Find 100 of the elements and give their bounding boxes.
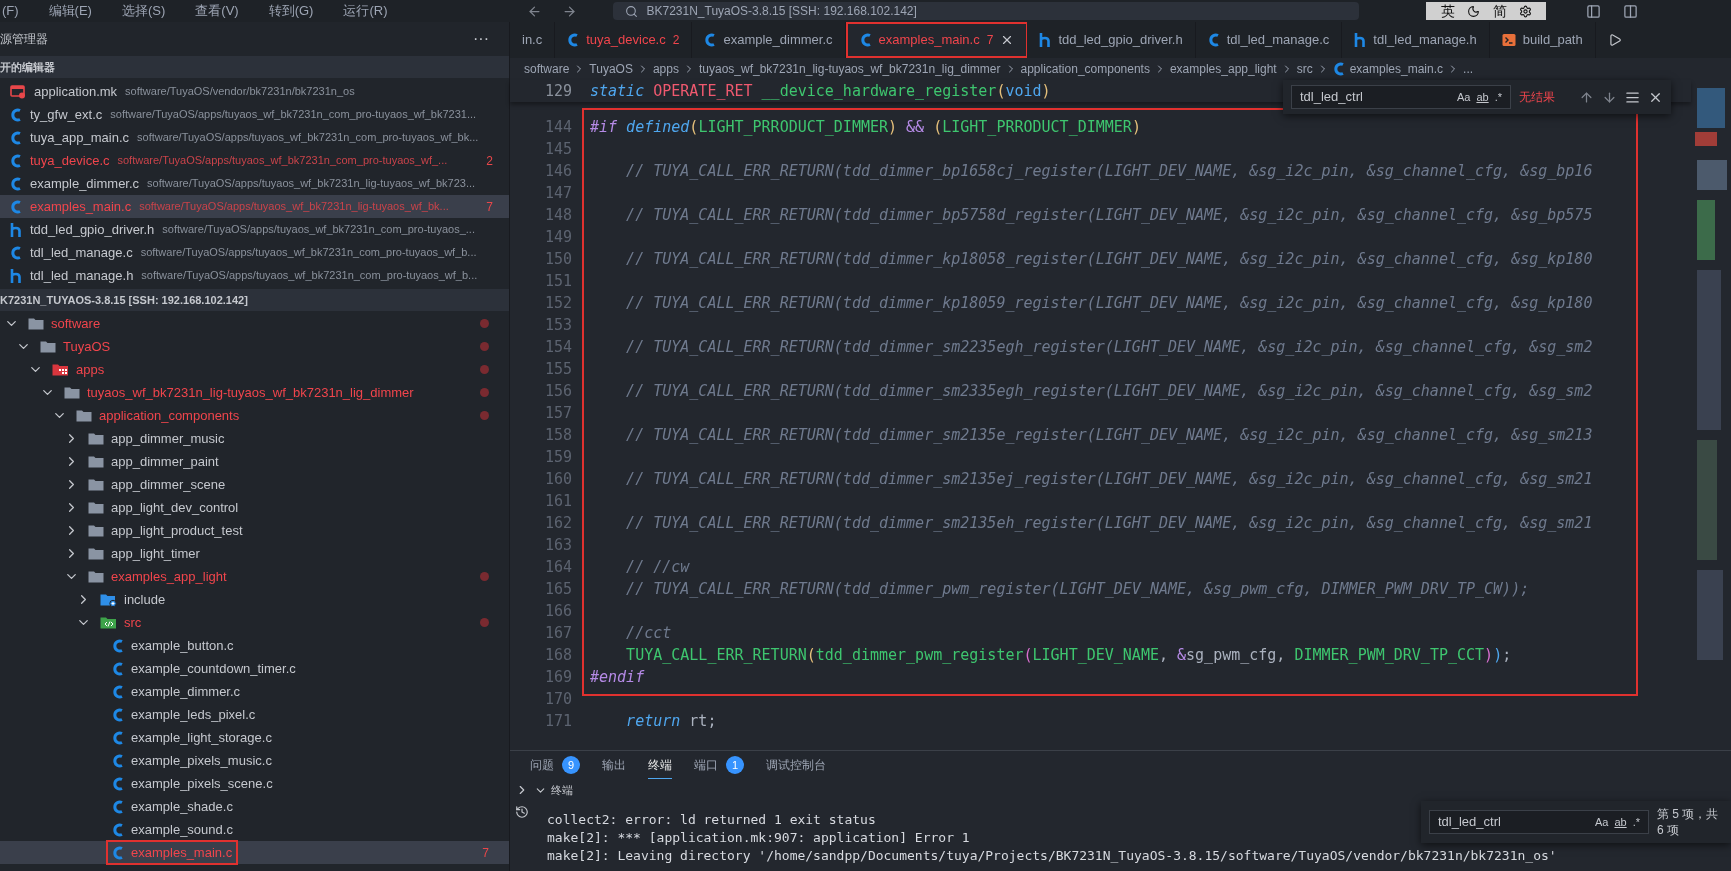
editor-tab[interactable]: build_path (1489, 22, 1596, 58)
section-header[interactable]: 开的编辑器 (0, 56, 509, 78)
tree-item[interactable]: TuyaOS (0, 335, 509, 358)
tree-item[interactable]: src (0, 611, 509, 634)
open-editor-item[interactable]: tuya_app_main.c software/TuyaOS/apps/tuyaos_wf_bk7231n_com_pro-tuyaos_wf_bk... (0, 126, 509, 149)
panel-tab[interactable]: 输出 (602, 751, 626, 779)
code-line: #endif (590, 667, 645, 688)
layout-icon[interactable] (1623, 3, 1639, 19)
panel-tab[interactable]: 问题 9 (530, 751, 580, 779)
tree-item[interactable]: app_light_timer (0, 542, 509, 565)
open-editor-item[interactable]: ty_gfw_ext.c software/TuyaOS/apps/tuyaos_wf_bk7231n_com_pro-tuyaos_wf_bk7231... (0, 103, 509, 126)
tree-item[interactable]: software (0, 312, 509, 335)
tree-item[interactable]: app_dimmer_paint (0, 450, 509, 473)
tree-item[interactable]: app_dimmer_music (0, 427, 509, 450)
open-editor-item[interactable]: tdl_led_manage.c software/TuyaOS/apps/tuyaos_wf_bk7231n_com_pro-tuyaos_wf_b... (0, 241, 509, 264)
panel-tab[interactable]: 端口 1 (694, 751, 744, 779)
sidebar-title: 源管理器 (0, 31, 48, 48)
file-name: ty_gfw_ext.c (30, 105, 103, 124)
history-icon[interactable] (515, 805, 529, 819)
code-line: // TUYA_CALL_ERR_RETURN(tdd_dimmer_kp18059_register(LIGHT_DEV_NAME, &sg_i2c_pin, &sg_channel_cfg, &sg_kp180 (625, 293, 1593, 314)
forward-arrow-icon[interactable] (562, 3, 578, 19)
terminal-header[interactable]: 终端 (551, 781, 573, 799)
terminal-line: collect2: error: ld returned 1 exit status (547, 811, 876, 829)
problem-count: 2 (486, 152, 493, 170)
run-icon[interactable] (1607, 33, 1622, 47)
breadcrumb-item[interactable]: examples_app_light (1169, 60, 1277, 78)
find-input[interactable]: tdl_led_ctrl Aa ab .* (1429, 810, 1649, 834)
tree-item[interactable]: example_button.c (0, 634, 509, 657)
settings-icon[interactable] (1519, 4, 1533, 18)
tree-item[interactable]: app_light_dev_control (0, 496, 509, 519)
tree-item[interactable]: example_dimmer.c (0, 680, 509, 703)
ime-mode[interactable]: 英 (1440, 0, 1455, 22)
editor-tab[interactable]: tdl_led_manage.c (1195, 22, 1343, 58)
command-center[interactable]: BK7231N_TuyaOS-3.8.15 [SSH: 192.168.102.142] (613, 2, 1360, 20)
breadcrumb-item[interactable]: src (1296, 60, 1313, 78)
editor-tab[interactable]: example_dimmer.c (692, 22, 846, 58)
section-header[interactable]: K7231N_TUYAOS-3.8.15 [SSH: 192.168.102.142] (0, 289, 509, 311)
find-option[interactable]: Aa (1594, 813, 1609, 831)
terminal-icon (1501, 33, 1516, 47)
menu-item[interactable]: 查看(V) (195, 1, 239, 21)
breadcrumb-item[interactable]: apps (652, 60, 679, 78)
tree-item[interactable]: apps (0, 358, 509, 381)
menu-item[interactable]: 编辑(E) (48, 1, 92, 21)
code-line: // TUYA_CALL_ERR_RETURN(tdd_dimmer_sm2135e_register(LIGHT_DEV_NAME, &sg_i2c_pin, &sg_channel_cfg, &sg_sm213 (625, 425, 1593, 446)
menu-item[interactable]: 转到(G) (268, 1, 314, 21)
problem-count: 7 (482, 844, 489, 862)
tree-item[interactable]: example_shade.c (0, 795, 509, 818)
h-file-icon (10, 268, 22, 283)
find-in-selection-icon[interactable] (1625, 89, 1640, 105)
moon-icon[interactable] (1467, 4, 1481, 18)
find-option[interactable]: ab (1614, 813, 1627, 831)
open-editor-item[interactable]: tdd_led_gpio_driver.h software/TuyaOS/apps/tuyaos_wf_bk7231n_com_pro-tuyaos_... (0, 218, 509, 241)
open-editor-item[interactable]: example_dimmer.c software/TuyaOS/apps/tuyaos_wf_bk7231n_lig-tuyaos_wf_bk723... (0, 172, 509, 195)
file-name: example_dimmer.c (131, 682, 241, 701)
tree-item[interactable]: tuyaos_wf_bk7231n_lig-tuyaos_wf_bk7231n_lig_dimmer (0, 381, 509, 404)
editor-tab[interactable]: tdd_led_gpio_driver.h (1027, 22, 1196, 58)
editor-tab[interactable]: tuya_device.c 2 (555, 22, 693, 58)
more-actions[interactable]: ··· (473, 27, 489, 51)
breadcrumb-item[interactable]: application_components (1020, 60, 1150, 78)
previous-match-icon[interactable] (1579, 89, 1594, 105)
tree-item[interactable]: examples_app_light (0, 565, 509, 588)
tree-item[interactable]: example_pixels_scene.c (0, 772, 509, 795)
open-editor-item[interactable]: application.mk software/TuyaOS/vendor/bk7231n/bk7231n_os (0, 80, 509, 103)
editor-tab[interactable]: examples_main.c 7 (845, 22, 1028, 58)
tree-item[interactable]: example_leds_pixel.c (0, 703, 509, 726)
menu-item[interactable]: (F) (2, 1, 19, 21)
next-match-icon[interactable] (1602, 89, 1617, 105)
breadcrumb-item[interactable]: ... (1463, 60, 1474, 78)
find-option[interactable]: .* (1494, 88, 1502, 106)
find-option[interactable]: ab (1476, 88, 1489, 106)
tree-item[interactable]: app_dimmer_scene (0, 473, 509, 496)
line-number: 166 (544, 601, 572, 622)
editor-tab[interactable]: tdl_led_manage.h (1342, 22, 1490, 58)
tree-item[interactable]: include (0, 588, 509, 611)
menu-item[interactable]: 选择(S) (121, 1, 166, 21)
tree-item[interactable]: example_light_storage.c (0, 726, 509, 749)
file-name: app_light_dev_control (111, 498, 239, 517)
find-input[interactable]: tdl_led_ctrl Aa ab .* (1291, 85, 1511, 109)
tree-item[interactable]: example_countdown_timer.c (0, 657, 509, 680)
breadcrumb-item[interactable]: examples_main.c (1332, 60, 1444, 78)
open-editor-item[interactable]: tuya_device.c software/TuyaOS/apps/tuyaos_wf_bk7231n_com_pro-tuyaos_wf_... 2 (0, 149, 509, 172)
layout-icon[interactable] (1586, 3, 1602, 19)
c-file-icon (10, 176, 22, 191)
tree-item[interactable]: application_components (0, 404, 509, 427)
line-number: 171 (544, 711, 572, 732)
open-editor-item[interactable]: tdl_led_manage.h software/TuyaOS/apps/tuyaos_wf_bk7231n_com_pro-tuyaos_wf_b... (0, 264, 509, 287)
menu-item[interactable]: 运行(R) (343, 1, 388, 21)
editor-tab[interactable]: in.c (510, 22, 556, 58)
tree-item[interactable]: app_light_product_test (0, 519, 509, 542)
breadcrumb-item[interactable]: software (524, 60, 570, 78)
breadcrumb-item[interactable]: tuyaos_wf_bk7231n_lig-tuyaos_wf_bk7231n_lig_dimmer (698, 60, 1001, 78)
panel-tab[interactable]: 调试控制台 (766, 751, 826, 779)
tree-item[interactable]: example_pixels_music.c (0, 749, 509, 772)
line-number: 146 (544, 161, 572, 182)
breadcrumb-item[interactable]: TuyaOS (589, 60, 633, 78)
ime-mode[interactable]: 简 (1492, 0, 1507, 22)
panel-tab[interactable]: 终端 (648, 751, 672, 779)
find-option[interactable]: .* (1632, 813, 1640, 831)
find-option[interactable]: Aa (1456, 88, 1471, 106)
tree-item[interactable]: example_sound.c (0, 818, 509, 841)
